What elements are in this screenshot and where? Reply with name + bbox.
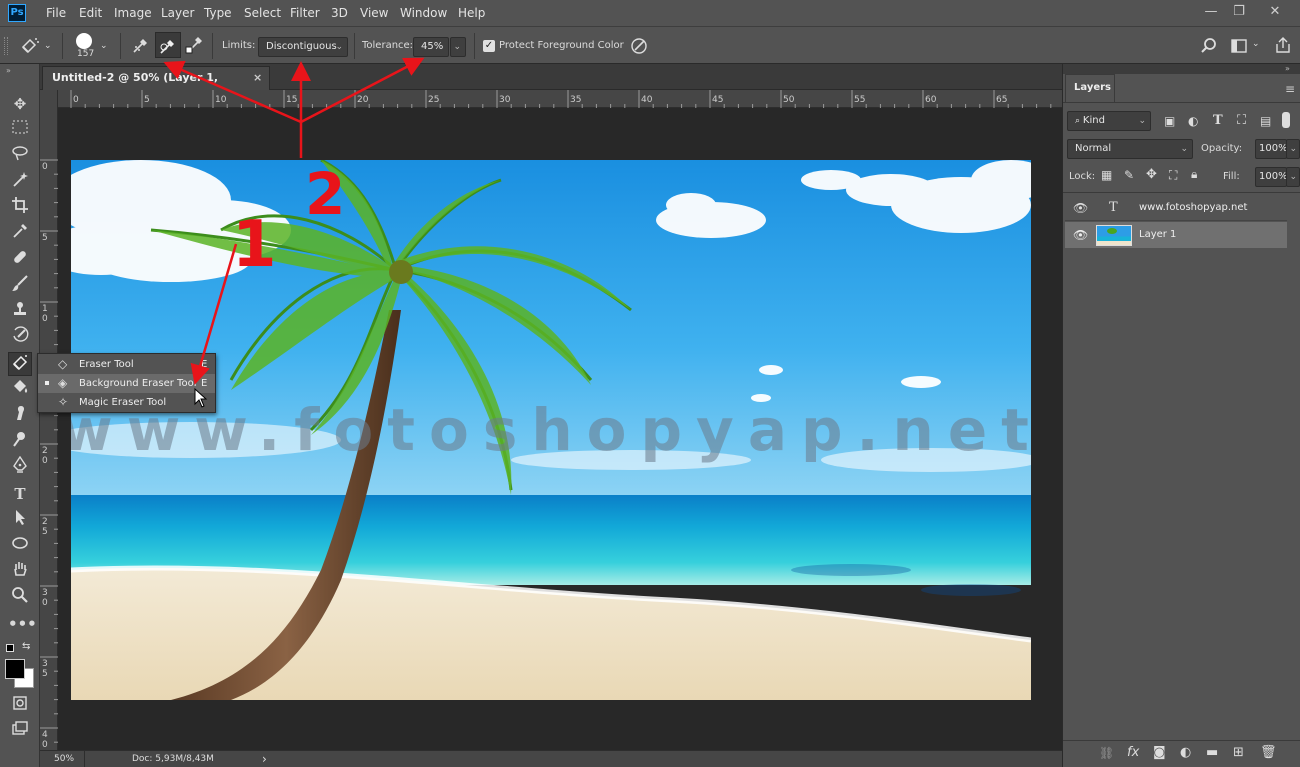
lock-position-icon[interactable]: ✥	[1146, 167, 1157, 182]
panel-collapse-icon[interactable]: »	[1285, 64, 1290, 73]
filter-shape-icon[interactable]: ⛶	[1237, 113, 1246, 128]
mouse-cursor-icon	[194, 387, 208, 408]
lock-all-icon[interactable]: 🔒︎	[1191, 167, 1197, 182]
eye-icon[interactable]: 👁︎	[1073, 222, 1088, 248]
panel-menu-icon[interactable]: ≡	[1285, 82, 1295, 96]
delete-layer-icon[interactable]: 🗑︎	[1260, 745, 1277, 760]
layer-thumbnail	[1096, 225, 1132, 246]
link-layers-icon[interactable]: ⛓︎	[1099, 746, 1114, 760]
layers-panel: » Layers ≡ ⌕ Kind ⌄ ▣ ◐ T ⛶ ▤ Normal ⌄ Opa…	[1062, 64, 1300, 767]
fill-slider-button[interactable]: ⌄	[1286, 167, 1300, 187]
new-layer-icon[interactable]: ⊞	[1233, 745, 1244, 760]
lock-artboard-icon[interactable]: ⛶	[1169, 168, 1177, 183]
filter-toggle[interactable]	[1282, 112, 1290, 128]
text-layer-icon: T	[1109, 200, 1118, 215]
layer-style-icon[interactable]: fx	[1127, 745, 1139, 760]
search-icon: ⌕	[1075, 116, 1083, 126]
annotation-number-2: 2	[305, 160, 345, 228]
status-menu-arrow[interactable]: ›	[262, 752, 267, 766]
chevron-down-icon: ⌄	[1289, 144, 1297, 154]
annotation-number-1: 1	[232, 208, 277, 282]
chevron-down-icon: ⌄	[1289, 172, 1297, 182]
chevron-down-icon: ⌄	[1138, 116, 1146, 126]
layer-filter-dropdown[interactable]: ⌕ Kind ⌄	[1067, 111, 1151, 131]
filter-adjustment-icon[interactable]: ◐	[1188, 114, 1198, 128]
layer-row-text[interactable]: 👁︎ T www.fotoshopyap.net	[1065, 195, 1287, 221]
adjustment-layer-icon[interactable]: ◐	[1180, 745, 1191, 760]
lock-label: Lock:	[1069, 171, 1096, 182]
document-size: Doc: 5,93M/8,43M	[132, 754, 214, 764]
opacity-slider-button[interactable]: ⌄	[1286, 139, 1300, 159]
opacity-label: Opacity:	[1201, 143, 1243, 154]
status-bar: 50% Doc: 5,93M/8,43M ›	[40, 750, 1062, 767]
layer-name[interactable]: www.fotoshopyap.net	[1139, 195, 1247, 221]
layer-name[interactable]: Layer 1	[1139, 222, 1176, 248]
add-mask-icon[interactable]: ◙	[1153, 745, 1166, 760]
filter-pixel-icon[interactable]: ▣	[1164, 114, 1175, 128]
chevron-down-icon: ⌄	[1180, 144, 1188, 154]
new-group-icon[interactable]: ▬	[1206, 745, 1218, 760]
lock-image-icon[interactable]: ✎	[1124, 168, 1134, 182]
layer-row-image[interactable]: 👁︎ Layer 1	[1065, 222, 1287, 248]
layers-tab[interactable]: Layers	[1065, 74, 1115, 102]
fill-label: Fill:	[1223, 171, 1240, 182]
eye-icon[interactable]: 👁︎	[1073, 195, 1088, 221]
filter-type-icon[interactable]: T	[1213, 113, 1223, 128]
lock-transparent-icon[interactable]: ▦	[1101, 168, 1112, 182]
zoom-level[interactable]: 50%	[54, 754, 74, 764]
blend-mode-dropdown[interactable]: Normal ⌄	[1067, 139, 1193, 159]
opacity-input[interactable]: 100%	[1255, 139, 1288, 159]
blend-mode-value: Normal	[1075, 143, 1112, 154]
filter-smart-object-icon[interactable]: ▤	[1260, 114, 1271, 128]
layer-filter-label: Kind	[1082, 115, 1105, 126]
fill-input[interactable]: 100%	[1255, 167, 1288, 187]
